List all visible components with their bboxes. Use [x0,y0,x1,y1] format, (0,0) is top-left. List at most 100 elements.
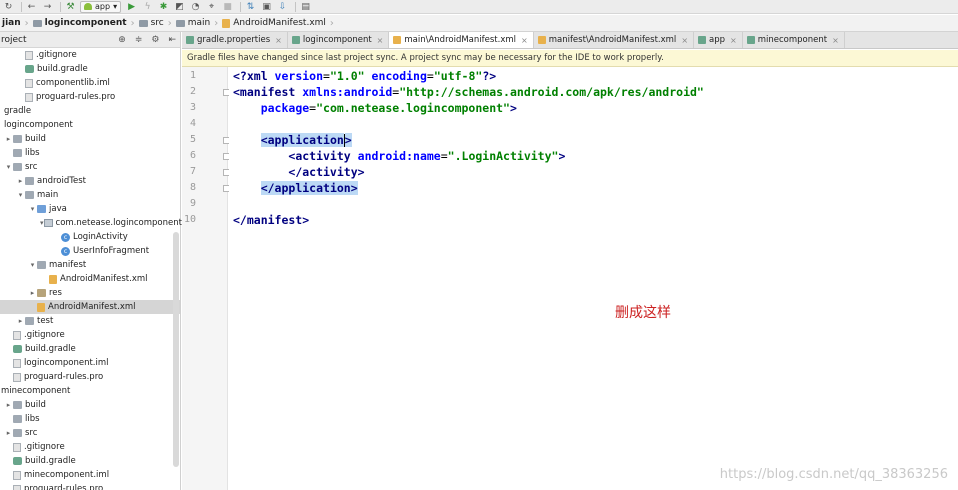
project-structure-icon[interactable]: ▤ [299,1,312,13]
tree-item[interactable]: proguard-rules.pro [0,370,180,384]
tree-item[interactable]: ▸ androidTest [0,174,180,188]
expand-arrow-icon[interactable]: ▾ [28,261,37,269]
expand-arrow-icon[interactable]: ▾ [28,205,37,213]
code-editor[interactable]: <?xml version="1.0" encoding="utf-8"?> <… [229,67,958,490]
close-icon[interactable]: × [730,36,737,45]
tree-item[interactable]: c UserInfoFragment [0,244,180,258]
debug-icon[interactable]: ✱ [157,1,170,13]
tree-item[interactable]: gradle [0,104,180,118]
editor-tab[interactable]: main\AndroidManifest.xml × [389,32,534,48]
editor-tab[interactable]: minecomponent × [742,32,845,48]
tree-item[interactable]: ▸ test [0,314,180,328]
tree-item[interactable]: ▸ res [0,286,180,300]
project-panel-title[interactable]: roject [1,35,27,45]
tree-item-label: build.gradle [37,64,88,74]
collapse-icon[interactable]: ≑ [135,35,143,45]
collapse-arrow-icon[interactable]: ▸ [16,177,25,185]
tree-item[interactable]: ▾ com.netease.logincomponent [0,216,182,230]
tree-item[interactable]: logincomponent.iml [0,356,180,370]
editor-tab[interactable]: manifest\AndroidManifest.xml × [533,32,695,48]
tree-item[interactable]: build.gradle [0,342,180,356]
collapse-arrow-icon[interactable]: ▸ [4,401,13,409]
breadcrumb-item-module[interactable]: logincomponent [31,16,131,31]
run-config-dropdown[interactable]: app ▾ [80,0,122,13]
tree-item[interactable]: logincomponent [0,118,180,132]
tree-item[interactable]: minecomponent.iml [0,468,180,482]
locate-icon[interactable]: ⊕ [118,35,126,45]
token: "utf-8" [433,69,483,83]
chevron-right-icon: › [329,17,334,29]
tree-item[interactable]: .gitignore [0,328,180,342]
editor-tab[interactable]: gradle.properties × [182,32,288,48]
editor-tab[interactable]: logincomponent × [287,32,390,48]
expand-arrow-icon[interactable]: ▾ [16,191,25,199]
profile-icon[interactable]: ◔ [189,1,202,13]
hide-icon[interactable]: ⇤ [168,35,176,45]
line-number: 2 [189,86,196,97]
tree-item[interactable]: minecomponent [0,384,180,398]
breadcrumb-item-file[interactable]: AndroidManifest.xml [220,16,330,31]
collapse-arrow-icon[interactable]: ▸ [4,135,13,143]
tree-item[interactable]: build.gradle [0,62,180,76]
collapse-arrow-icon[interactable]: ▸ [28,289,37,297]
sync-icon[interactable]: ↻ [2,1,15,13]
tree-item[interactable]: ▾ src [0,160,180,174]
close-icon[interactable]: × [377,36,384,45]
avd-manager-icon[interactable]: ▣ [260,1,273,13]
stop-icon[interactable]: ■ [221,1,234,13]
tree-item[interactable]: ▾ java [0,202,180,216]
gear-icon[interactable]: ⚙ [151,35,159,45]
tree-item[interactable]: proguard-rules.pro [0,482,180,490]
apply-changes-icon[interactable]: ϟ [141,1,154,13]
close-icon[interactable]: × [521,36,528,45]
line-number: 5 [189,134,196,145]
gradle-sync-icon[interactable]: ⇅ [244,1,257,13]
sdk-manager-icon[interactable]: ⇩ [276,1,289,13]
tree-item[interactable]: ▸ build [0,398,180,412]
file-type-icon [746,36,755,44]
tree-item[interactable]: proguard-rules.pro [0,90,180,104]
tree-item[interactable]: componentlib.iml [0,76,180,90]
tree-item[interactable]: AndroidManifest.xml [0,272,180,286]
tree-item[interactable]: ▾ manifest [0,258,180,272]
breadcrumb-item-main[interactable]: main [174,16,215,31]
folder-icon [13,429,22,437]
hammer-icon[interactable]: ⚒ [64,1,77,13]
xml-file-icon [49,274,57,284]
tree-item[interactable]: ▾ main [0,188,180,202]
tree-item[interactable]: .gitignore [0,440,180,454]
tree-item[interactable]: libs [0,146,180,160]
token: <?xml [233,69,275,83]
tree-item[interactable]: build.gradle [0,454,180,468]
back-icon[interactable]: ← [25,1,38,13]
token: "com.netease.logincomponent" [316,101,510,115]
collapse-arrow-icon[interactable]: ▸ [16,317,25,325]
collapse-arrow-icon[interactable]: ▸ [4,429,13,437]
tree-item[interactable]: ▸ build [0,132,180,146]
expand-arrow-icon[interactable]: ▾ [4,163,13,171]
tree-item[interactable]: ▸ src [0,426,180,440]
close-icon[interactable]: × [832,36,839,45]
project-scrollbar[interactable] [173,232,179,467]
editor-tab[interactable]: app × [694,32,743,48]
breadcrumb-label: src [150,18,164,28]
tree-item[interactable]: c LoginActivity [0,230,180,244]
coverage-icon[interactable]: ◩ [173,1,186,13]
breadcrumb-item-src[interactable]: src [137,16,168,31]
breadcrumb-item-root[interactable]: jian [0,16,25,31]
attach-debugger-icon[interactable]: ⌖ [205,1,218,13]
close-icon[interactable]: × [681,36,688,45]
tree-item-label: build [25,134,46,144]
forward-icon[interactable]: → [41,1,54,13]
file-type-icon [698,36,707,44]
tree-item[interactable]: .gitignore [0,48,180,62]
xml-file-icon [37,302,45,312]
file-icon [13,442,21,452]
project-tree: .gitignore build.gradle componentlib.iml pr… [0,48,182,490]
tree-item-label: proguard-rules.pro [24,372,104,382]
tree-item[interactable]: libs [0,412,180,426]
close-icon[interactable]: × [275,36,282,45]
run-icon[interactable]: ▶ [125,1,138,13]
tree-item[interactable]: AndroidManifest.xml [0,300,180,314]
